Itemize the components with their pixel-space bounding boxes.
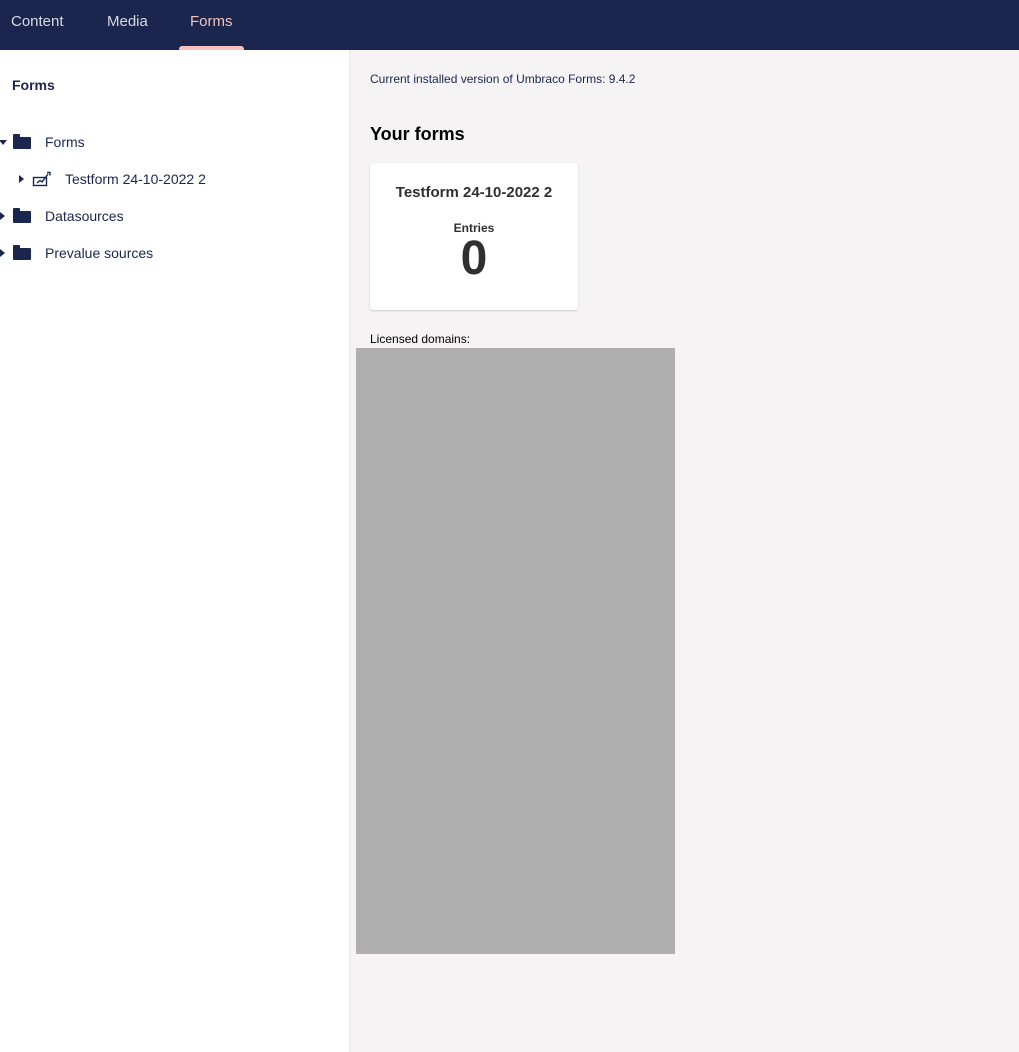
form-card-title: Testform 24-10-2022 2 [395, 184, 553, 201]
caret-down-icon[interactable] [0, 140, 7, 145]
caret-right-icon[interactable] [19, 175, 24, 183]
tree-item-datasources[interactable]: Datasources [0, 204, 340, 228]
tab-media[interactable]: Media [107, 0, 148, 50]
forms-dashboard: Current installed version of Umbraco For… [350, 50, 1019, 1052]
tree-item-testform[interactable]: Testform 24-10-2022 2 [0, 167, 340, 191]
tree-item-label: Prevalue sources [45, 245, 154, 261]
entries-count: 0 [460, 232, 488, 285]
your-forms-heading: Your forms [370, 124, 465, 144]
tree-item-forms[interactable]: Forms [0, 130, 340, 154]
tree-item-label: Datasources [45, 208, 124, 224]
folder-icon [13, 208, 31, 223]
sidebar-title: Forms [12, 77, 55, 93]
form-edit-icon [32, 171, 51, 187]
tree-item-prevalue-sources[interactable]: Prevalue sources [0, 241, 340, 265]
tab-content-label: Content [11, 13, 64, 30]
form-card[interactable]: Testform 24-10-2022 2 Entries 0 [370, 163, 578, 310]
caret-right-icon[interactable] [0, 212, 5, 220]
tab-media-label: Media [107, 13, 148, 30]
tab-forms[interactable]: Forms [179, 0, 244, 50]
redacted-domains-area [356, 348, 675, 954]
tab-forms-label: Forms [190, 13, 233, 30]
tree-item-label: Forms [45, 134, 85, 150]
tab-content[interactable]: Content [11, 0, 64, 50]
licensed-domains-label: Licensed domains: [370, 332, 471, 346]
caret-right-icon[interactable] [0, 249, 5, 257]
folder-icon [13, 245, 31, 260]
installed-version-text: Current installed version of Umbraco For… [370, 72, 636, 86]
sidebar: Forms Forms Testform 24-10-2022 2 Dataso… [0, 50, 350, 1052]
folder-icon [13, 134, 31, 149]
tree-item-label: Testform 24-10-2022 2 [65, 171, 206, 187]
top-navigation-bar: Content Media Forms [0, 0, 1019, 50]
